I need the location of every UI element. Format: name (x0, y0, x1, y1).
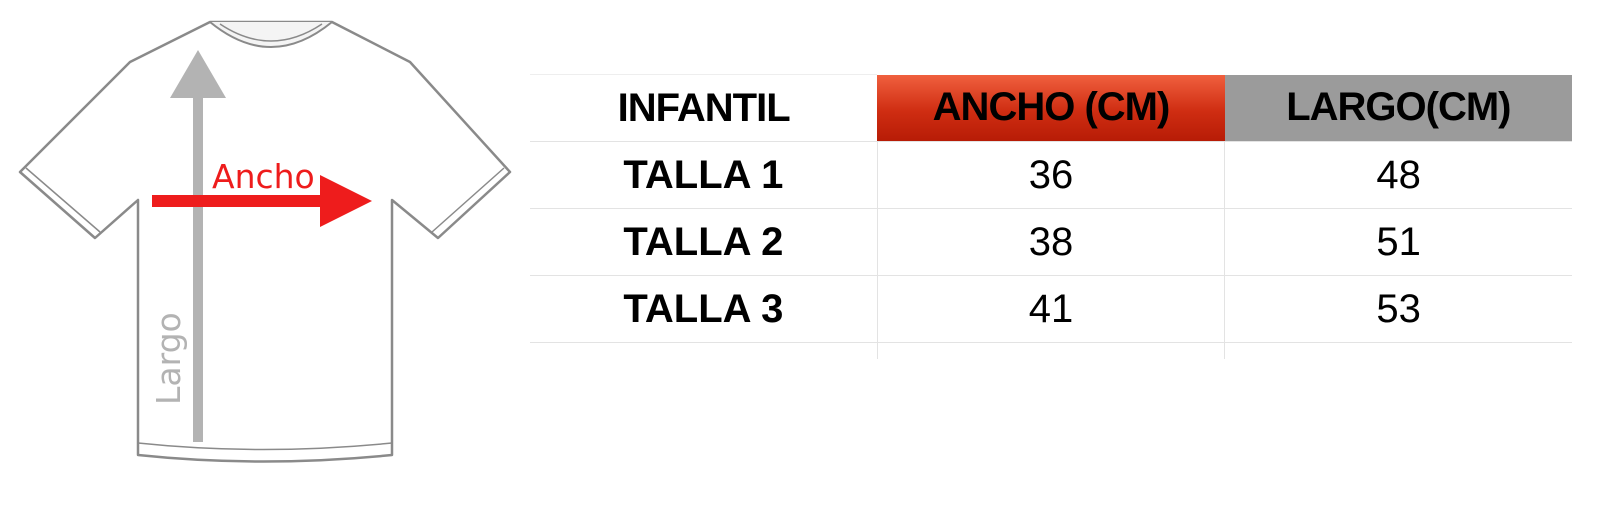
ancho-cell: 38 (876, 208, 1225, 276)
tail-cell (530, 343, 877, 360)
tshirt-illustration: Ancho Largo (18, 20, 512, 463)
tail-cell (1224, 342, 1572, 359)
length-label: Largo (149, 312, 188, 405)
size-cell: TALLA 3 (530, 275, 878, 343)
table-header-row: INFANTIL ANCHO (CM) LARGO(CM) (530, 74, 1572, 142)
table-row: TALLA 3 41 53 (530, 275, 1572, 343)
size-cell: TALLA 2 (530, 208, 878, 276)
largo-cell: 48 (1224, 141, 1572, 209)
header-largo: LARGO(CM) (1224, 74, 1572, 142)
width-label: Ancho (212, 157, 315, 196)
length-arrow-shaft (193, 90, 203, 442)
size-cell: TALLA 1 (530, 141, 878, 209)
ancho-cell: 41 (876, 275, 1225, 343)
size-chart-table: INFANTIL ANCHO (CM) LARGO(CM) TALLA 1 36… (530, 74, 1572, 359)
tshirt-outline (18, 20, 512, 463)
table-tail-row (530, 342, 1572, 360)
largo-cell: 53 (1224, 275, 1572, 343)
table-row: TALLA 1 36 48 (530, 141, 1572, 209)
table-row: TALLA 2 38 51 (530, 208, 1572, 276)
largo-cell: 51 (1224, 208, 1572, 276)
header-ancho: ANCHO (CM) (877, 74, 1225, 142)
header-infantil: INFANTIL (530, 74, 878, 142)
tail-cell (876, 342, 1225, 359)
tshirt-diagram: Ancho Largo (0, 0, 530, 510)
ancho-cell: 36 (876, 141, 1225, 209)
width-arrow-shaft (152, 195, 324, 207)
